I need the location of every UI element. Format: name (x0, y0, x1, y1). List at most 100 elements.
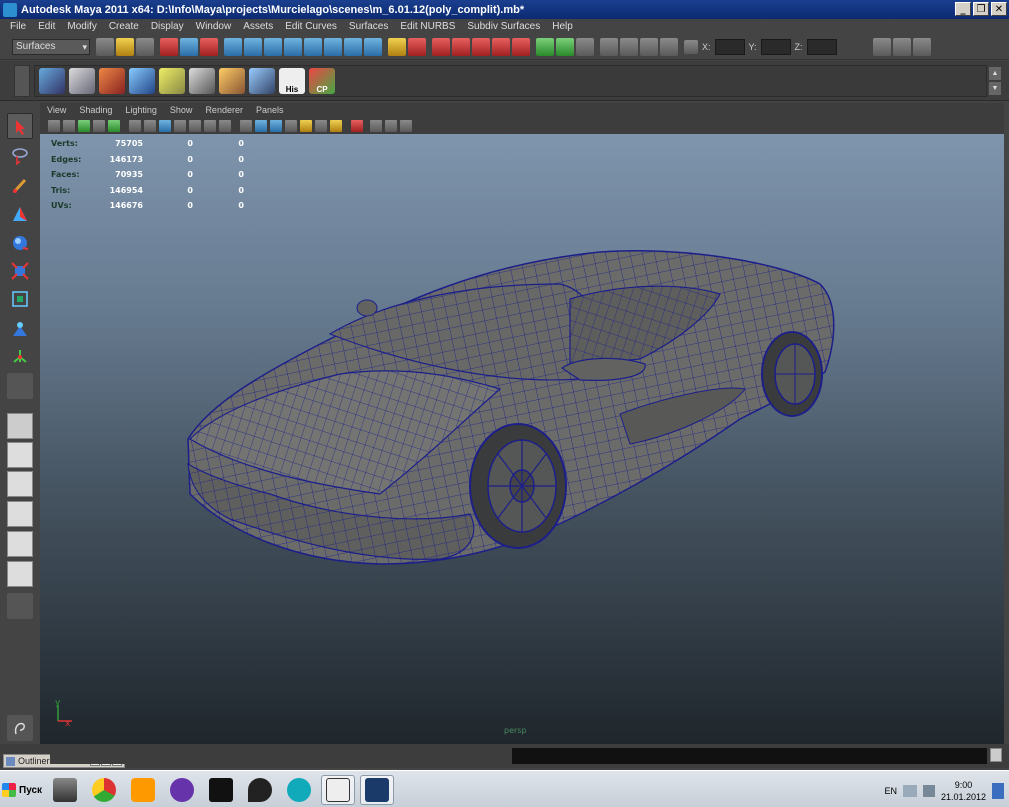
language-indicator[interactable]: EN (884, 786, 897, 796)
resolution-gate-icon[interactable] (174, 119, 186, 132)
cv-curve-tool-icon[interactable] (39, 68, 65, 94)
pencil-curve-tool-icon[interactable] (99, 68, 125, 94)
highlight-selection-icon[interactable] (408, 37, 426, 56)
menu-modify[interactable]: Modify (67, 21, 96, 32)
loft-icon[interactable] (189, 68, 215, 94)
command-shell-icon[interactable] (7, 715, 33, 741)
arc-tool-icon[interactable] (129, 68, 155, 94)
taskbar-app-fm[interactable] (165, 775, 199, 805)
move-tool-icon[interactable] (7, 201, 33, 227)
four-view-layout-icon[interactable] (7, 442, 33, 468)
y-field[interactable] (760, 38, 791, 55)
shadows-icon[interactable] (315, 119, 327, 132)
wireframe-on-shaded-icon[interactable] (270, 119, 282, 132)
input-field-mode-icon[interactable] (684, 39, 698, 54)
output-ops-icon[interactable] (556, 37, 574, 56)
show-manipulator-icon[interactable] (7, 344, 33, 370)
grid-icon[interactable] (144, 119, 156, 132)
save-scene-icon[interactable] (136, 37, 154, 56)
textured-icon[interactable] (285, 119, 297, 132)
last-tool-slot[interactable] (7, 373, 33, 399)
select-component-icon[interactable] (200, 37, 218, 56)
snap-curve-icon[interactable] (452, 37, 470, 56)
image-plane-icon[interactable] (93, 119, 105, 132)
make-live-icon[interactable] (512, 37, 530, 56)
menu-help[interactable]: Help (552, 21, 573, 32)
menu-edit[interactable]: Edit (38, 21, 55, 32)
new-scene-icon[interactable] (96, 37, 114, 56)
center-pivot-icon[interactable]: CP (309, 68, 335, 94)
select-hierarchy-icon[interactable] (160, 37, 178, 56)
menu-display[interactable]: Display (151, 21, 184, 32)
construction-history-icon[interactable] (576, 37, 594, 56)
wireframe-icon[interactable] (240, 119, 252, 132)
taskbar-app-photoshop[interactable] (360, 775, 394, 805)
input-ops-icon[interactable] (536, 37, 554, 56)
pick-surfaces-icon[interactable] (284, 37, 302, 56)
x-field[interactable] (714, 38, 745, 55)
taskbar-app-chrome[interactable] (87, 775, 121, 805)
ipr-render-icon[interactable] (640, 37, 658, 56)
ep-curve-tool-icon[interactable] (69, 68, 95, 94)
menu-assets[interactable]: Assets (243, 21, 273, 32)
menu-set-dropdown[interactable]: Surfaces (12, 38, 90, 55)
minimize-button[interactable]: _ (955, 2, 971, 16)
panel-menu-shading[interactable]: Shading (79, 105, 112, 115)
start-button[interactable]: Пуск (2, 780, 44, 800)
command-input-field[interactable] (50, 748, 505, 764)
panel-menu-panels[interactable]: Panels (256, 105, 284, 115)
grease-pencil-icon[interactable] (129, 119, 141, 132)
xray-joints-icon[interactable] (385, 119, 397, 132)
close-button[interactable]: ✕ (991, 2, 1007, 16)
lock-selection-icon[interactable] (388, 37, 406, 56)
panel-menu-view[interactable]: View (47, 105, 66, 115)
script-editor-icon[interactable] (990, 748, 1002, 762)
single-perspective-layout-icon[interactable] (7, 413, 33, 439)
restore-button[interactable]: ❐ (973, 2, 989, 16)
snap-grid-icon[interactable] (432, 37, 450, 56)
network-icon[interactable] (902, 785, 917, 797)
open-scene-icon[interactable] (116, 37, 134, 56)
car-wireframe-model[interactable] (40, 134, 1004, 744)
pick-joints-icon[interactable] (244, 37, 262, 56)
taskbar-app-maya[interactable] (321, 775, 355, 805)
volume-icon[interactable] (922, 785, 935, 797)
taskbar-app-computer[interactable] (48, 775, 82, 805)
revolve-icon[interactable] (159, 68, 185, 94)
clock[interactable]: 9:00 21.01.2012 (941, 779, 986, 803)
select-object-icon[interactable] (180, 37, 198, 56)
menu-edit-curves[interactable]: Edit Curves (285, 21, 337, 32)
panel-menu-show[interactable]: Show (170, 105, 193, 115)
rotate-tool-icon[interactable] (7, 230, 33, 256)
perspective-outliner-layout-icon[interactable] (7, 471, 33, 497)
isolate-select-icon[interactable] (351, 119, 363, 132)
perspective-viewport[interactable]: Verts: 75705 0 0 Edges: 146173 0 0 Faces… (40, 134, 1004, 744)
bookmarks-icon[interactable] (78, 119, 90, 132)
camera-tools-icon[interactable] (63, 119, 75, 132)
safe-action-icon[interactable] (219, 119, 231, 132)
2d-pan-zoom-icon[interactable] (108, 119, 120, 132)
shelf-scroll-down-button[interactable]: ▼ (989, 82, 1001, 95)
menu-edit-nurbs[interactable]: Edit NURBS (400, 21, 455, 32)
show-desktop-button[interactable] (992, 783, 1004, 799)
pick-rendering-icon[interactable] (344, 37, 362, 56)
pick-curves-icon[interactable] (264, 37, 282, 56)
menu-surfaces[interactable]: Surfaces (349, 21, 388, 32)
menu-window[interactable]: Window (196, 21, 232, 32)
xray-components-icon[interactable] (400, 119, 412, 132)
taskbar-app-media-browser[interactable] (204, 775, 238, 805)
extrude-icon[interactable] (249, 68, 275, 94)
camera-attributes-icon[interactable] (48, 119, 60, 132)
panel-menu-renderer[interactable]: Renderer (205, 105, 243, 115)
select-tool-icon[interactable] (7, 113, 33, 139)
lasso-tool-icon[interactable] (7, 143, 33, 169)
history-icon[interactable]: His (279, 68, 305, 94)
tool-settings-icon[interactable] (892, 37, 911, 56)
soft-modification-tool-icon[interactable] (7, 316, 33, 342)
snap-view-plane-icon[interactable] (492, 37, 510, 56)
planar-icon[interactable] (219, 68, 245, 94)
perspective-graph-layout-icon[interactable] (7, 501, 33, 527)
gate-mask-icon[interactable] (189, 119, 201, 132)
shelf-grip[interactable] (14, 65, 30, 97)
pick-handles-icon[interactable] (224, 37, 242, 56)
